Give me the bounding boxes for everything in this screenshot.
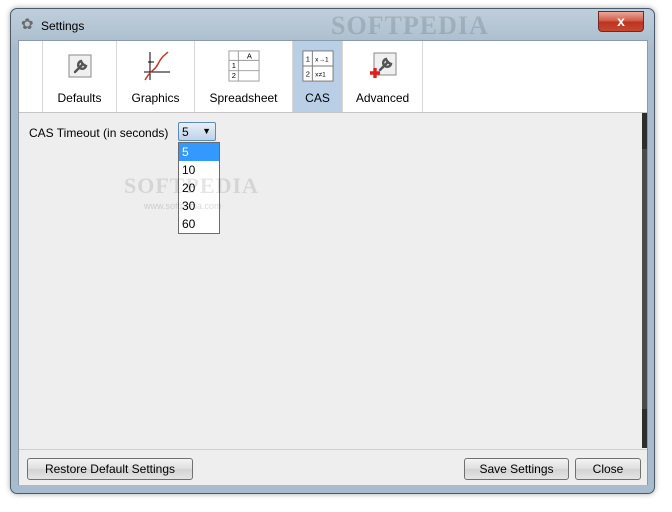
graph-icon <box>140 50 172 82</box>
cas-timeout-select[interactable]: 5 ▼ <box>178 122 216 141</box>
dropdown-option[interactable]: 60 <box>179 215 219 233</box>
tab-label: Defaults <box>57 91 102 105</box>
cas-row-2: 2 <box>305 69 309 78</box>
wrench-plus-icon <box>367 50 399 82</box>
cas-row-1: 1 <box>305 54 309 63</box>
watermark-url: www.softpedia.com <box>144 201 222 211</box>
chevron-down-icon: ▼ <box>202 126 211 136</box>
tab-spacer <box>19 41 43 112</box>
dropdown-option[interactable]: 5 <box>179 143 219 161</box>
tab-graphics[interactable]: Graphics <box>117 41 195 112</box>
wrench-icon <box>64 50 96 82</box>
spreadsheet-col-header: A <box>246 51 251 60</box>
app-icon: ✿ <box>21 16 34 33</box>
close-icon: x <box>617 13 625 29</box>
cas-table-icon: 1 2 x→1 x≠1 <box>301 50 334 82</box>
save-settings-button[interactable]: Save Settings <box>464 458 569 480</box>
cas-timeout-value: 5 <box>182 125 189 139</box>
tab-cas[interactable]: 1 2 x→1 x≠1 CAS <box>293 41 343 112</box>
tab-spreadsheet[interactable]: A 1 2 Spreadsheet <box>195 41 293 112</box>
tab-label: Advanced <box>355 91 410 105</box>
tab-label: Graphics <box>131 91 180 105</box>
window-close-button[interactable]: x <box>598 11 644 32</box>
window-title: Settings <box>41 19 85 33</box>
restore-defaults-button[interactable]: Restore Default Settings <box>27 458 193 480</box>
tab-label: CAS <box>305 91 330 105</box>
cas-settings-panel: CAS Timeout (in seconds) 5 ▼ 5 10 20 30 … <box>19 113 647 448</box>
tab-defaults[interactable]: Defaults <box>43 41 117 112</box>
tab-label: Spreadsheet <box>209 91 278 105</box>
cas-expr-2: x≠1 <box>315 71 326 78</box>
cas-expr-1: x→1 <box>315 56 329 63</box>
settings-client-area: Defaults Graphics A 1 2 Spreadsheet 1 2 … <box>18 40 648 485</box>
vertical-scrollbar[interactable] <box>642 113 647 448</box>
settings-window: ✿ Settings SOFTPEDIA x Defaults Graphics… <box>10 8 655 494</box>
watermark: SOFTPEDIA <box>331 11 489 40</box>
close-button[interactable]: Close <box>575 458 641 480</box>
settings-tab-bar: Defaults Graphics A 1 2 Spreadsheet 1 2 … <box>19 41 647 113</box>
tab-advanced[interactable]: Advanced <box>343 41 423 112</box>
scrollbar-thumb[interactable] <box>642 149 647 409</box>
title-bar[interactable]: ✿ Settings SOFTPEDIA x <box>11 9 654 40</box>
spreadsheet-icon: A 1 2 <box>227 50 260 82</box>
cas-timeout-label: CAS Timeout (in seconds) <box>29 126 169 140</box>
settings-footer: Restore Default Settings Save Settings C… <box>19 449 647 485</box>
spreadsheet-row-1: 1 <box>231 61 235 70</box>
spreadsheet-row-2: 2 <box>231 71 235 80</box>
watermark-center: SOFTPEDIA <box>124 173 259 198</box>
